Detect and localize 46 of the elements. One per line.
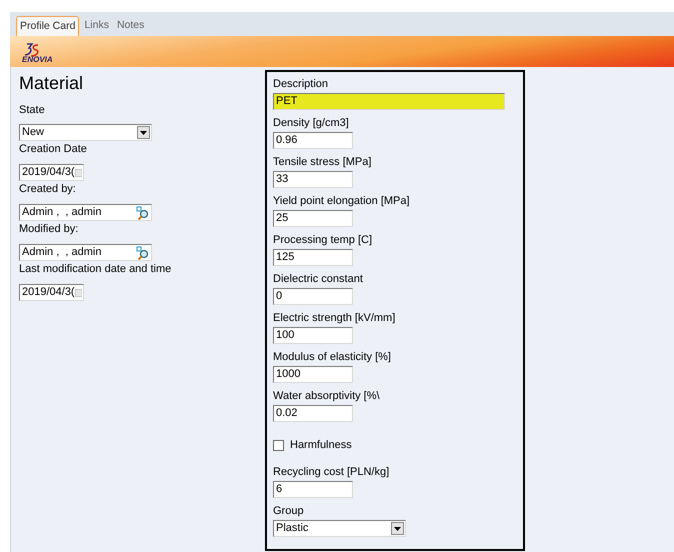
field-label: State (19, 103, 46, 117)
text-field[interactable]: PET (273, 93, 505, 110)
tab[interactable]: Profile Card (16, 16, 80, 36)
checkbox[interactable] (273, 440, 284, 450)
logo-text: ENOVIA (22, 56, 53, 64)
field-label: Last modification date and time (19, 262, 172, 276)
search-icon[interactable] (136, 206, 150, 220)
date-field[interactable]: 2019/04/3( (19, 164, 84, 181)
text-field[interactable]: 1000 (273, 366, 353, 383)
text-field[interactable]: 0.02 (273, 405, 353, 422)
user-lookup-field[interactable]: Admin , , admin (19, 204, 152, 221)
field-label: Recycling cost [PLN/kg] (273, 465, 390, 479)
dropdown-button[interactable] (137, 126, 150, 139)
field-label: Modulus of elasticity [%] (273, 350, 392, 364)
date-field[interactable]: 2019/04/3( (19, 284, 84, 301)
checkbox-label: Harmfulness (290, 438, 352, 453)
text-field[interactable]: 0 (273, 288, 353, 305)
caret-icon (394, 526, 401, 530)
group-dropdown[interactable]: Plastic (273, 520, 406, 537)
field-label: Modified by: (19, 222, 80, 236)
field-label: Dielectric constant (273, 272, 364, 286)
logo-icon (22, 43, 40, 57)
field-label: Density [g/cm3] (273, 116, 350, 130)
field-label: Electric strength [kV/mm] (273, 311, 396, 325)
field-label: Group (273, 504, 305, 518)
search-icon[interactable] (136, 246, 150, 260)
text-field[interactable]: 125 (273, 249, 353, 266)
text-field[interactable]: 25 (273, 210, 353, 227)
field-label: Yield point elongation [MPa] (273, 194, 411, 208)
text-field[interactable]: 6 (273, 481, 353, 498)
field-label: Created by: (19, 182, 77, 196)
field-label: Description (273, 77, 330, 91)
text-field[interactable]: 0.96 (273, 132, 353, 149)
text-field[interactable]: 100 (273, 327, 353, 344)
dropdown-button[interactable] (391, 522, 404, 535)
field-label: Tensile stress [MPa] (273, 155, 372, 169)
user-lookup-field[interactable]: Admin , , admin (19, 244, 152, 261)
text-field[interactable]: 33 (273, 171, 353, 188)
state-dropdown[interactable]: New (19, 124, 152, 141)
caret-icon (140, 130, 147, 134)
field-label: Processing temp [C] (273, 233, 374, 247)
field-label: Water absorptivity [%\ (273, 389, 381, 403)
tab[interactable]: Notes (114, 16, 148, 36)
field-label: Creation Date (19, 142, 88, 156)
tab[interactable]: Links (81, 16, 112, 36)
page-title: Material (19, 72, 84, 94)
